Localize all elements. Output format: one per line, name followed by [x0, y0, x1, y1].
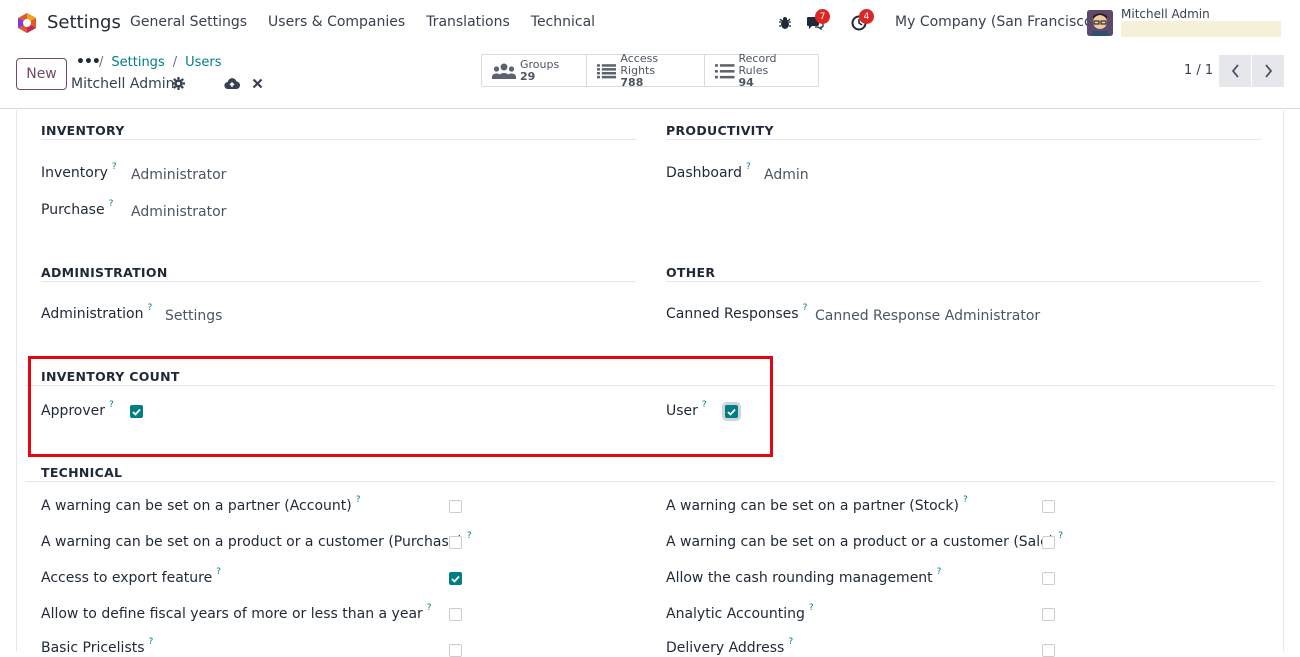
access-rights-smart-button[interactable]: Access Rights 788 [587, 52, 705, 88]
cloud-upload-icon[interactable] [224, 77, 240, 90]
breadcrumb-more-icon[interactable]: ••• [76, 54, 101, 70]
technical-checkbox[interactable] [449, 608, 462, 621]
field-label-canned-responses: Canned Responses? [666, 303, 808, 322]
activities-clock-icon[interactable]: 4 [846, 9, 874, 36]
chevron-right-icon [1264, 64, 1272, 78]
pager-previous-button[interactable] [1219, 55, 1251, 87]
menu-technical[interactable]: Technical [531, 14, 595, 30]
help-tooltip-icon[interactable]: ? [467, 531, 472, 541]
section-title-administration: ADMINISTRATION [41, 265, 168, 280]
section-separator [666, 139, 1261, 140]
help-tooltip-icon[interactable]: ? [216, 567, 221, 577]
help-tooltip-icon[interactable]: ? [149, 637, 154, 647]
pager-next-button[interactable] [1252, 55, 1284, 87]
list-icon [715, 63, 735, 78]
help-tooltip-icon[interactable]: ? [112, 162, 117, 172]
section-separator [25, 481, 1275, 482]
section-separator [41, 139, 636, 140]
section-separator [666, 281, 1261, 282]
menu-translations[interactable]: Translations [426, 14, 510, 30]
highlight-box [28, 356, 773, 457]
field-value-dashboard[interactable]: Admin [764, 167, 809, 183]
help-tooltip-icon[interactable]: ? [803, 303, 808, 313]
field-label-inventory: Inventory? [41, 162, 117, 181]
chevron-left-icon [1231, 64, 1239, 78]
record-title: Mitchell Admin [71, 76, 175, 92]
field-value-purchase[interactable]: Administrator [131, 204, 226, 220]
technical-checkbox[interactable] [449, 536, 462, 549]
help-tooltip-icon[interactable]: ? [788, 637, 793, 647]
field-label-technical: Access to export feature? [41, 567, 222, 586]
record-rules-smart-button[interactable]: Record Rules 94 [705, 52, 818, 88]
help-tooltip-icon[interactable]: ? [937, 567, 942, 577]
section-title-other: OTHER [666, 265, 716, 280]
top-navbar: Settings General Settings Users & Compan… [0, 0, 1300, 46]
field-label-technical: A warning can be set on a partner (Accou… [41, 495, 361, 514]
help-tooltip-icon[interactable]: ? [109, 199, 114, 209]
user-name[interactable]: Mitchell Admin [1121, 7, 1210, 21]
new-button[interactable]: New [16, 58, 67, 90]
help-tooltip-icon[interactable]: ? [1058, 531, 1063, 541]
field-label-technical: A warning can be set on a product or a c… [41, 531, 472, 550]
technical-checkbox[interactable] [449, 500, 462, 513]
app-name[interactable]: Settings [47, 12, 121, 33]
check-icon [451, 575, 460, 583]
smart-buttons: Groups 29 Access Rights 788 Record Rules 94 [481, 52, 819, 88]
field-label-purchase: Purchase? [41, 199, 114, 218]
help-tooltip-icon[interactable]: ? [427, 603, 432, 613]
field-label-technical: Allow the cash rounding management? [666, 567, 942, 586]
breadcrumb-settings[interactable]: Settings [111, 55, 164, 70]
help-tooltip-icon[interactable]: ? [147, 303, 152, 313]
control-panel: New ••• / Settings / Users Mitchell Admi… [0, 46, 1300, 109]
pager-value[interactable]: 1 / 1 [1184, 63, 1213, 78]
database-name-redacted [1121, 21, 1281, 37]
debug-bug-icon[interactable] [772, 10, 798, 36]
field-value-canned-responses[interactable]: Canned Response Administrator [815, 308, 1040, 324]
main-menu: General Settings Users & Companies Trans… [130, 14, 616, 30]
help-tooltip-icon[interactable]: ? [963, 495, 968, 505]
list-icon [597, 63, 617, 78]
technical-checkbox[interactable] [1042, 536, 1055, 549]
field-label-technical: Analytic Accounting? [666, 603, 814, 622]
section-title-productivity: PRODUCTIVITY [666, 123, 774, 138]
activities-badge: 4 [859, 9, 874, 24]
close-icon[interactable] [252, 78, 263, 89]
users-icon [492, 63, 516, 79]
app-logo-icon[interactable] [16, 12, 38, 34]
field-value-inventory[interactable]: Administrator [131, 167, 226, 183]
technical-checkbox[interactable] [1042, 572, 1055, 585]
technical-checkbox[interactable] [449, 572, 462, 585]
field-label-technical: A warning can be set on a partner (Stock… [666, 495, 968, 514]
messages-badge: 7 [815, 9, 830, 24]
field-label-technical: A warning can be set on a product or a c… [666, 531, 1064, 550]
field-value-administration[interactable]: Settings [165, 308, 222, 324]
technical-checkbox[interactable] [1042, 608, 1055, 621]
breadcrumb: / Settings / Users [99, 55, 222, 70]
technical-checkbox[interactable] [1042, 500, 1055, 513]
field-label-technical: Delivery Address? [666, 637, 794, 656]
section-separator [41, 281, 636, 282]
messages-icon[interactable]: 7 [802, 9, 830, 36]
section-title-technical: TECHNICAL [41, 465, 123, 480]
user-avatar[interactable] [1087, 10, 1113, 36]
menu-general-settings[interactable]: General Settings [130, 14, 247, 30]
help-tooltip-icon[interactable]: ? [356, 495, 361, 505]
gear-icon[interactable] [172, 77, 185, 90]
section-title-inventory: INVENTORY [41, 123, 125, 138]
field-label-technical: Basic Pricelists? [41, 637, 154, 656]
field-label-administration: Administration? [41, 303, 153, 322]
help-tooltip-icon[interactable]: ? [746, 162, 751, 172]
groups-smart-button[interactable]: Groups 29 [482, 55, 587, 86]
company-switcher[interactable]: My Company (San Francisco) [895, 14, 1098, 30]
field-label-technical: Allow to define fiscal years of more or … [41, 603, 432, 622]
menu-users-companies[interactable]: Users & Companies [268, 14, 405, 30]
breadcrumb-users[interactable]: Users [185, 55, 221, 70]
field-label-dashboard: Dashboard? [666, 162, 751, 181]
help-tooltip-icon[interactable]: ? [809, 603, 814, 613]
